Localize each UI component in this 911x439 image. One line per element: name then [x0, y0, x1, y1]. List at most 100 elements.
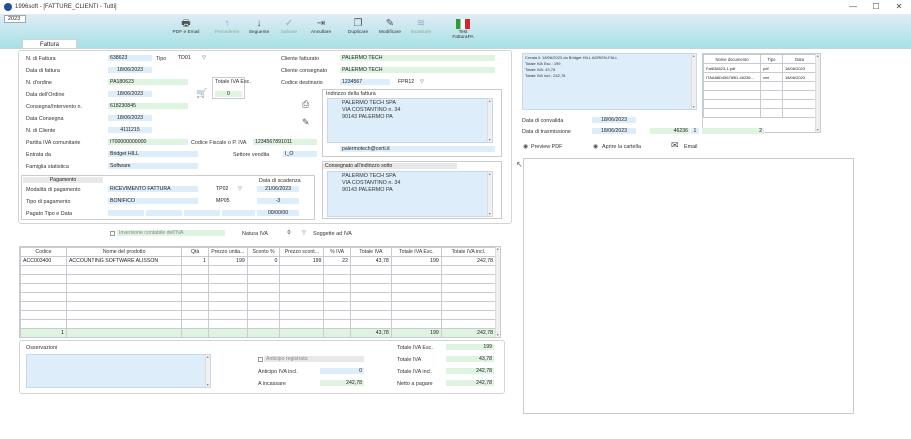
toolbar-button-precedente[interactable]: ↑ Precedente [212, 18, 242, 35]
cell-prezzo-scontato[interactable]: 199 [279, 256, 325, 266]
partita-iva-field[interactable]: IT00000000000 [108, 139, 188, 145]
settore-field[interactable]: I_O [283, 151, 317, 157]
pdf-preview-area[interactable] [523, 158, 854, 414]
data-ordine-field[interactable]: 18/06/2023 [108, 91, 152, 97]
eye-folder-icon[interactable]: ◉ [593, 143, 598, 150]
cell-qta[interactable]: 1 [181, 256, 209, 266]
pagato-data-field[interactable]: 00/00/00 [257, 210, 299, 216]
docs-scrollbar[interactable] [815, 54, 820, 132]
cell-prezzo[interactable]: 199 [207, 256, 248, 266]
col-header[interactable]: Totale IVA incl. [440, 247, 497, 257]
doc-date[interactable]: 18/06/2023 [782, 63, 817, 73]
col-header[interactable]: Totale IVA [349, 247, 392, 257]
osservazioni-textarea[interactable] [26, 354, 211, 388]
n-ordine-field[interactable]: PA180623 [108, 79, 188, 85]
address-edit-icon[interactable]: ✎ [302, 117, 310, 128]
toolbar-button-test-fatturapa[interactable]: Test FatturaPA [448, 18, 478, 40]
scrollbar[interactable] [487, 172, 492, 216]
toolbar-button-pdf-e-email[interactable]: 🖶 PDF e Email [171, 18, 201, 35]
cliente-fatturato-field[interactable]: PALERMO TECH [340, 55, 495, 61]
inversione-checkbox[interactable] [110, 231, 115, 236]
close-button[interactable]: ✕ [889, 2, 909, 11]
docs-col-header[interactable]: Data [782, 54, 817, 64]
email-field[interactable]: palermotech@certi.it [340, 146, 495, 152]
preview-pdf-button[interactable]: Preview PDF [531, 144, 562, 150]
cf-field[interactable]: 1234567891011 [253, 139, 317, 145]
natura-iva-field[interactable]: 0 [284, 230, 294, 236]
scrollbar[interactable] [487, 99, 492, 142]
docs-row[interactable]: ITAA86D456789D-46236... xml 18/06/2023 [703, 72, 817, 82]
email-icon[interactable]: ✉ [671, 140, 679, 151]
cell-iva-pct[interactable]: 22 [323, 256, 351, 266]
empty-row[interactable] [20, 292, 497, 302]
n-cliente-field[interactable]: 4111215 [108, 127, 152, 133]
doc-type[interactable]: pdf [760, 63, 783, 73]
empty-row[interactable] [20, 301, 497, 311]
pagato-tipo-field[interactable] [108, 210, 144, 216]
pagato-field-3[interactable] [184, 210, 220, 216]
maximize-button[interactable]: ☐ [866, 2, 886, 11]
anticipo-iva-field[interactable]: 0 [320, 368, 364, 374]
cell-nome[interactable]: ACCOUNTING SOFTWARE ALISSON [65, 256, 183, 266]
toolbar-button-annullare[interactable]: ⇥ Annullare [306, 18, 336, 35]
data-fattura-field[interactable]: 18/06/2023 [108, 67, 152, 73]
eye-icon[interactable]: ◉ [523, 143, 528, 150]
empty-row[interactable] [20, 319, 497, 329]
modalita-dropdown-icon[interactable]: ▽ [238, 186, 242, 192]
scrollbar[interactable] [205, 355, 210, 387]
toolbar-button-modificare[interactable]: ✎ Modificare [375, 18, 405, 35]
toolbar-button-duplicare[interactable]: ❐ Duplicare [343, 18, 373, 35]
col-header[interactable]: Qtà [181, 247, 209, 257]
col-header[interactable]: Nome del prodotto [65, 247, 183, 257]
toolbar-button-incassare[interactable]: ≋ Incassare [406, 18, 436, 35]
tipo-dropdown-icon[interactable]: ▽ [202, 55, 206, 61]
empty-row[interactable] [20, 265, 497, 275]
minimize-button[interactable]: — [843, 2, 863, 11]
table-row[interactable]: ACC003400 ACCOUNTING SOFTWARE ALISSON 1 … [20, 256, 497, 266]
tipo-field[interactable]: TD01 [176, 55, 200, 61]
contact-card-icon[interactable]: ⎙ [302, 99, 309, 110]
data-scadenza-field[interactable]: 21/06/2023 [257, 186, 299, 192]
cell-sconto[interactable]: 0 [246, 256, 281, 266]
mp-code-field[interactable]: MP05 [214, 198, 234, 204]
docs-row[interactable]: Fat638623-1.pdf pdf 18/06/2023 [703, 63, 817, 73]
doc-type[interactable]: xml [760, 72, 783, 82]
formato-field[interactable]: FPR12 [396, 79, 416, 85]
col-header[interactable]: Codice [20, 247, 67, 257]
col-header[interactable]: Prezzo unita... [207, 247, 248, 257]
codice-destinario-field[interactable]: 1234567 [340, 79, 390, 85]
col-header[interactable]: % IVA [323, 247, 351, 257]
consegna-field[interactable]: 618230845 [108, 103, 188, 109]
empty-row[interactable] [20, 274, 497, 284]
natura-iva-dropdown-icon[interactable]: ▽ [302, 230, 306, 236]
empty-row[interactable] [20, 310, 497, 320]
pagato-field-4[interactable] [222, 210, 255, 216]
doc-date[interactable]: 18/06/2023 [782, 72, 817, 82]
data-consegna-field[interactable]: 18/06/2023 [108, 115, 152, 121]
col-header[interactable]: Sconto % [246, 247, 281, 257]
indirizzo-fattura-textarea[interactable]: PALERMO TECH SPA VIA COSTANTINO n. 34 90… [327, 98, 493, 143]
cell-codice[interactable]: ACC003400 [20, 256, 67, 266]
col-header[interactable]: Totale IVA Esc. [390, 247, 442, 257]
pagato-field-2[interactable] [146, 210, 182, 216]
cliente-consegnato-field[interactable]: PALERMO TECH [340, 67, 495, 73]
docs-col-header[interactable]: Tipo [760, 54, 783, 64]
anticipo-checkbox[interactable] [258, 357, 263, 362]
toolbar-button-salvare[interactable]: ✓ Salvare [274, 18, 304, 35]
aprire-cartella-button[interactable]: Aprire la cartella [602, 144, 641, 150]
col-header[interactable]: Prezzo scont... [279, 247, 325, 257]
cart-icon[interactable]: 🛒 [196, 88, 207, 99]
entrata-field[interactable]: Bridget HILL [108, 151, 198, 157]
doc-name[interactable]: ITAA86D456789D-46236... [703, 72, 761, 82]
empty-row[interactable] [20, 283, 497, 293]
trasmissione-field[interactable]: 18/06/2023 [592, 128, 636, 134]
email-button[interactable]: Email [684, 144, 697, 150]
modalita-code-field[interactable]: TP02 [214, 186, 234, 192]
year-selector[interactable]: 2023 [4, 15, 26, 23]
famiglia-field[interactable]: Software [108, 163, 198, 169]
indirizzo-consegna-textarea[interactable]: PALERMO TECH SPA VIA COSTANTINO n. 34 90… [327, 171, 493, 217]
formato-dropdown-icon[interactable]: ▽ [420, 79, 424, 85]
docs-col-header[interactable]: Nome documento [703, 54, 761, 64]
toolbar-button-seguente[interactable]: ↓ Seguente [244, 18, 274, 35]
log-textarea[interactable]: Creata il: 18/06/2023 da Bridget HILL AD… [522, 53, 697, 110]
